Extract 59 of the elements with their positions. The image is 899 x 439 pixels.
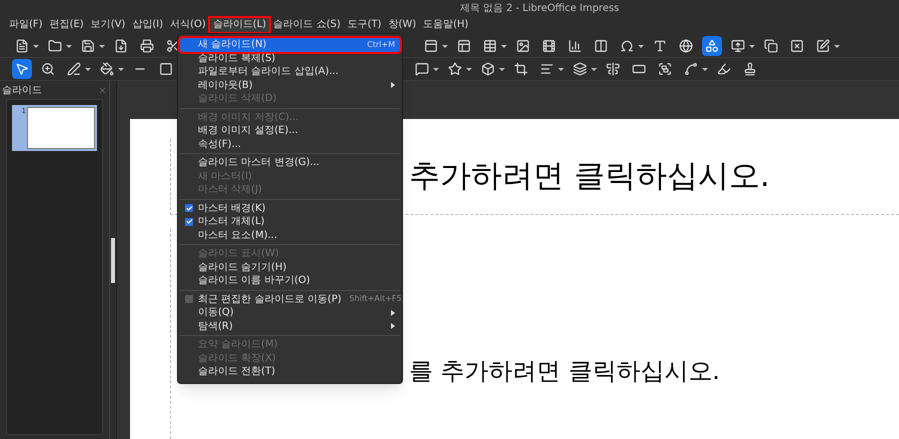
checkbox[interactable] <box>185 218 193 226</box>
menu-entry[interactable]: 슬라이드 이름 바꾸기(O) <box>180 274 400 288</box>
menu-entry[interactable]: 레이아웃(B) <box>180 78 400 92</box>
menu-item[interactable]: 슬라이드(L) <box>210 18 270 32</box>
submenu-arrow-icon <box>391 323 395 330</box>
dropdown-caret-icon[interactable] <box>442 44 448 48</box>
dropdown-caret-icon[interactable] <box>638 44 644 48</box>
body-text: 를 추가하려면 클릭하십시오. <box>409 356 720 387</box>
menu-entry[interactable]: 슬라이드 전환(T) <box>180 365 400 378</box>
menu-item[interactable]: 도구(T) <box>344 18 384 32</box>
title-text: 추가하려면 클릭하십시오. <box>409 157 770 196</box>
submenu-arrow-icon <box>391 310 395 316</box>
menu-entry[interactable]: 최근 편집한 슬라이드로 이동(P) Shift+Alt+F5 <box>180 292 400 306</box>
close-icon[interactable] <box>98 86 107 94</box>
menu-item[interactable]: 보기(V) <box>88 18 128 32</box>
menu-entry[interactable]: 슬라이드 마스터 변경(G)... <box>180 156 400 170</box>
dropdown-caret-icon[interactable] <box>466 68 472 70</box>
menu-item[interactable]: 창(W) <box>385 18 420 32</box>
menu-item[interactable]: 서식(O) <box>167 18 209 32</box>
menu-entry[interactable]: 이동(Q) <box>180 306 400 320</box>
menu-item[interactable]: 슬라이드 쇼(S) <box>270 18 344 32</box>
menu-entry[interactable]: 파일로부터 슬라이드 삽입(A)... <box>180 65 400 78</box>
menu-entry[interactable]: 슬라이드 숨기기(H) <box>180 260 400 274</box>
panel-title: 슬라이드 <box>2 84 42 98</box>
window-title: 제목 없음 2 - LibreOffice Impress <box>460 2 620 16</box>
dropdown-caret-icon[interactable] <box>749 44 755 48</box>
menu-entry[interactable]: 마스터 배경(K) <box>180 202 400 215</box>
menu-entry[interactable]: 마스터 개체(L) <box>180 215 400 228</box>
dropdown-caret-icon[interactable] <box>99 44 105 48</box>
menu-item[interactable]: 파일(F) <box>6 18 46 32</box>
splitter-handle[interactable] <box>111 238 115 282</box>
dropdown-caret-icon[interactable] <box>33 44 39 48</box>
dropdown-caret-icon[interactable] <box>558 68 564 70</box>
pointer-icon[interactable] <box>12 59 32 79</box>
shortcut-text: Ctrl+M <box>367 38 395 51</box>
dropdown-caret-icon[interactable] <box>501 44 507 48</box>
menu-item[interactable]: 편집(E) <box>46 18 87 32</box>
menu-entry[interactable]: 배경 이미지 설정(E)... <box>180 124 400 138</box>
slide-preview <box>26 107 95 149</box>
menu-entry[interactable]: 슬라이드 복제(S) <box>180 52 400 65</box>
dropdown-caret-icon[interactable] <box>702 68 708 70</box>
shortcut-text: Shift+Alt+F5 <box>349 293 402 306</box>
checkbox[interactable] <box>185 295 193 304</box>
dropdown-caret-icon[interactable] <box>118 68 124 70</box>
menu-entry[interactable]: 새 슬라이드(N) Ctrl+M <box>180 38 400 52</box>
menu-entry[interactable]: 마스터 요소(M)... <box>180 228 400 242</box>
shapes-icon[interactable] <box>702 36 722 56</box>
dropdown-caret-icon[interactable] <box>591 68 597 70</box>
dropdown-caret-icon[interactable] <box>433 68 439 70</box>
dropdown-caret-icon[interactable] <box>66 44 72 48</box>
menu-entry[interactable]: 탐색(R) <box>180 320 400 333</box>
dropdown-caret-icon[interactable] <box>834 44 840 48</box>
submenu-arrow-icon <box>391 82 395 88</box>
dropdown-caret-icon[interactable] <box>499 68 505 70</box>
dropdown-caret-icon[interactable] <box>85 68 91 70</box>
menu-item[interactable]: 삽입(I) <box>129 18 166 32</box>
menu-entry[interactable]: 속성(F)... <box>180 138 400 151</box>
checkbox[interactable] <box>185 204 193 212</box>
menu-item[interactable]: 도움말(H) <box>420 18 472 32</box>
